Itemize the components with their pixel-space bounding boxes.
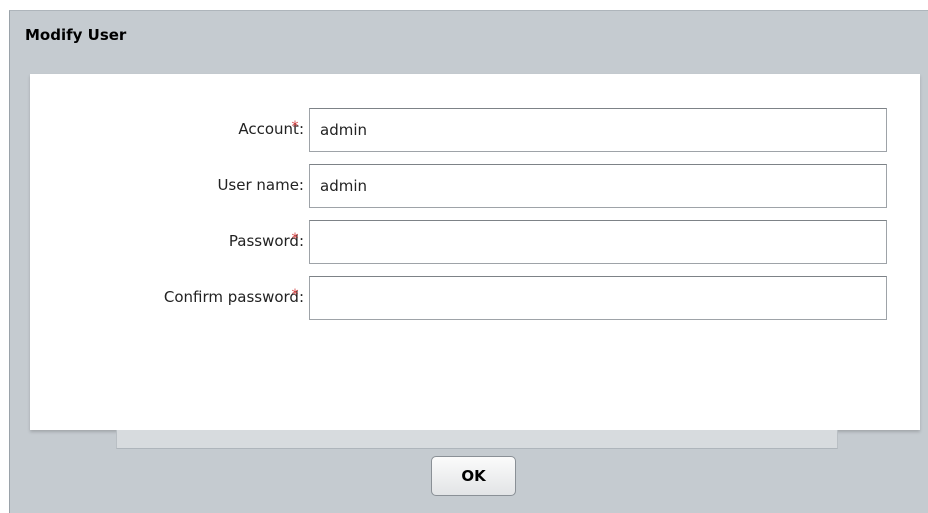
- password-required-icon: *: [291, 231, 299, 247]
- user-name-label: User name:: [217, 176, 304, 194]
- account-row: Account: *: [30, 108, 920, 152]
- password-input[interactable]: [309, 220, 887, 264]
- form-panel: Account: * User name: Password: * Confir…: [30, 74, 920, 430]
- confirm-password-label: Confirm password:: [163, 288, 304, 306]
- user-name-input[interactable]: [309, 164, 887, 208]
- dialog-title: Modify User: [25, 26, 127, 44]
- password-row: Password: *: [30, 220, 920, 264]
- confirm-password-required-icon: *: [291, 287, 299, 303]
- confirm-password-input[interactable]: [309, 276, 887, 320]
- user-name-row: User name:: [30, 164, 920, 208]
- panel-footer-bar: [116, 430, 838, 449]
- confirm-password-row: Confirm password: *: [30, 276, 920, 320]
- account-input[interactable]: [309, 108, 887, 152]
- ok-button[interactable]: OK: [431, 456, 516, 496]
- account-required-icon: *: [291, 119, 299, 135]
